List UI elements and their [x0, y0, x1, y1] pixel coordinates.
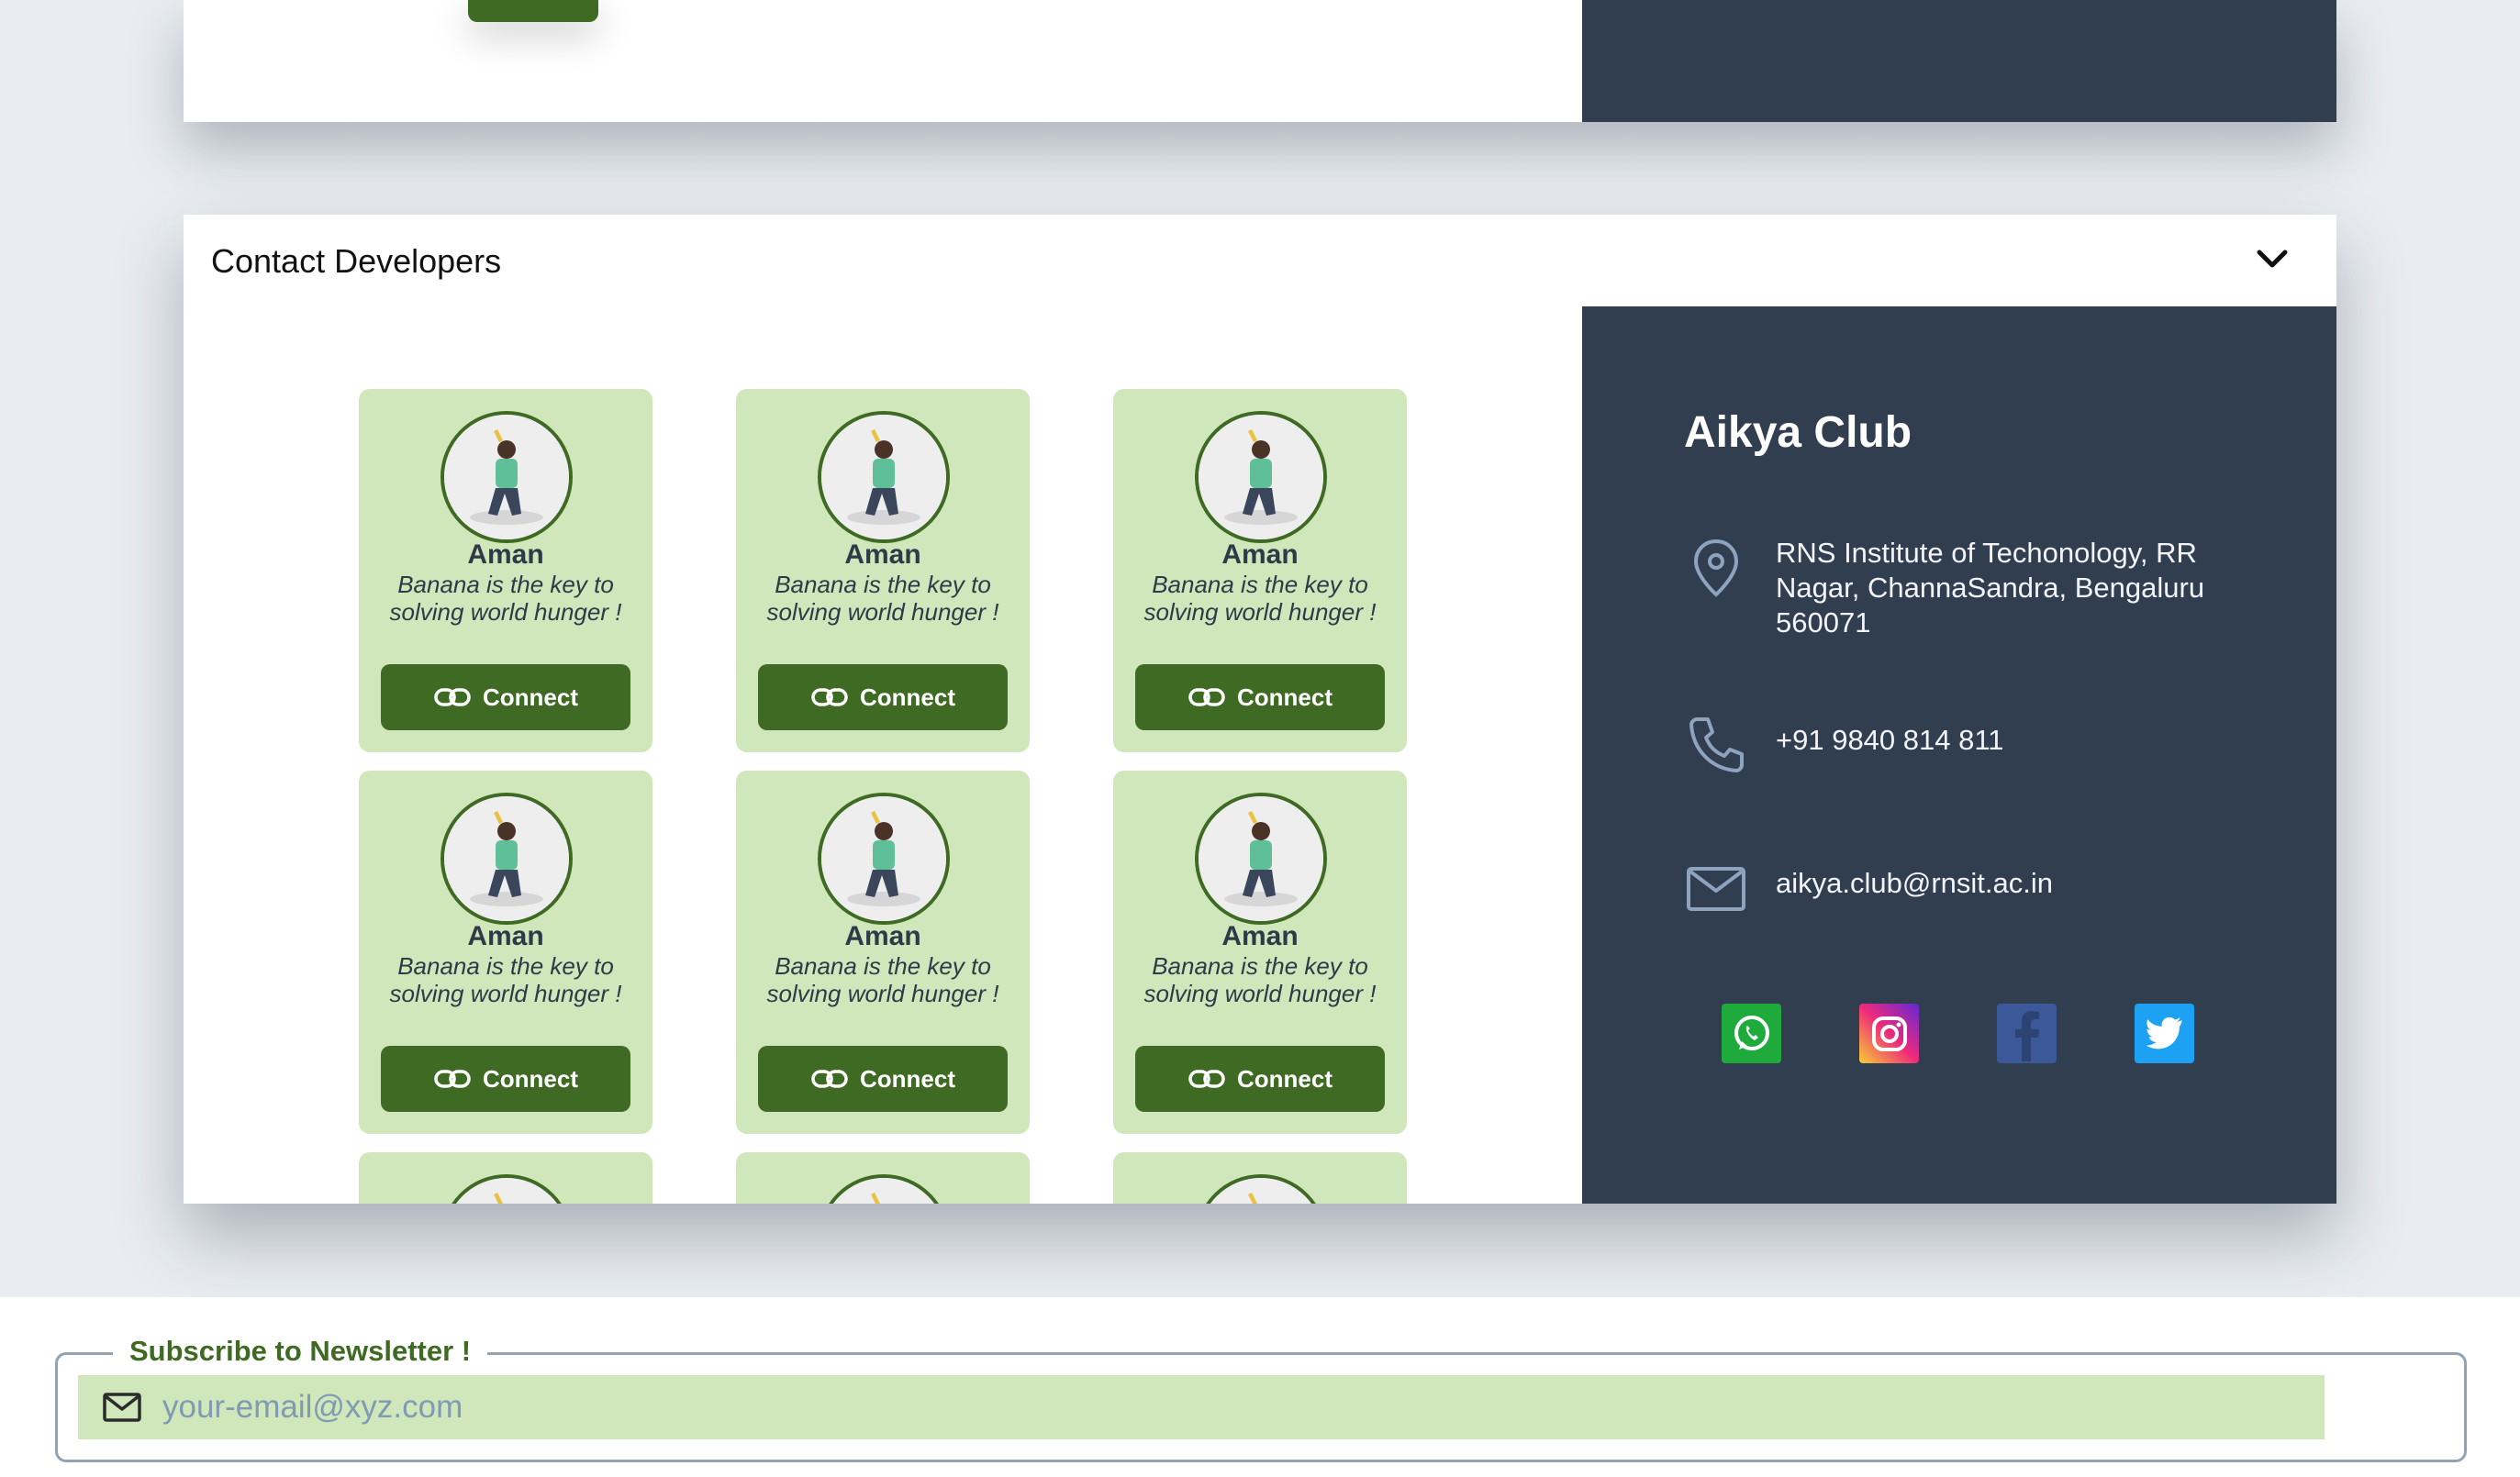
developer-quote: Banana is the key to solving world hunge…: [766, 571, 999, 626]
avatar: [440, 793, 573, 925]
club-phone[interactable]: +91 9840 814 811: [1776, 723, 2253, 758]
connect-button-label: Connect: [860, 1064, 955, 1093]
developer-card: [1113, 1152, 1407, 1204]
developer-quote: Banana is the key to solving world hunge…: [389, 571, 622, 626]
developer-name: Aman: [844, 539, 921, 570]
developer-card: Aman Banana is the key to solving world h…: [359, 771, 652, 1134]
previous-section-left: [184, 0, 1582, 122]
facebook-icon[interactable]: [1997, 1004, 2057, 1063]
link-icon: [1188, 688, 1225, 706]
email-row: aikya.club@rnsit.ac.in: [1684, 857, 2253, 921]
accordion-header[interactable]: Contact Developers: [184, 215, 2336, 306]
developer-photo: [444, 415, 569, 539]
social-links: [1722, 1004, 2194, 1063]
developer-name: Aman: [467, 539, 544, 570]
developer-card: [736, 1152, 1030, 1204]
developer-card: Aman Banana is the key to solving world h…: [1113, 771, 1407, 1134]
newsletter-fieldset: Subscribe to Newsletter !: [55, 1335, 2467, 1462]
developer-photo: [821, 1178, 946, 1204]
whatsapp-icon[interactable]: [1722, 1004, 1781, 1063]
location-pin-icon: [1693, 539, 1739, 597]
address-row: RNS Institute of Techonology, RR Nagar, …: [1684, 536, 2253, 640]
link-icon: [434, 688, 471, 706]
developer-card: Aman Banana is the key to solving world h…: [1113, 389, 1407, 752]
link-icon: [1188, 1070, 1225, 1088]
avatar: [440, 411, 573, 543]
club-name: Aikya Club: [1684, 408, 1912, 457]
phone-icon: [1689, 717, 1744, 772]
previous-section-card: [184, 0, 2336, 122]
developer-photo: [821, 796, 946, 921]
connect-button[interactable]: Connect: [758, 664, 1008, 730]
connect-button-label: Connect: [860, 683, 955, 711]
developer-quote: Banana is the key to solving world hunge…: [389, 952, 622, 1007]
newsletter-input-wrapper: [78, 1375, 2325, 1439]
section-title: Contact Developers: [211, 242, 502, 280]
developer-quote: Banana is the key to solving world hunge…: [1143, 571, 1377, 626]
developer-card: Aman Banana is the key to solving world h…: [359, 389, 652, 752]
avatar: [1195, 1174, 1327, 1204]
link-icon: [811, 688, 848, 706]
mail-icon: [1687, 867, 1745, 911]
connect-button-label: Connect: [483, 1064, 578, 1093]
club-email[interactable]: aikya.club@rnsit.ac.in: [1776, 866, 2253, 901]
developer-card: Aman Banana is the key to solving world h…: [736, 389, 1030, 752]
mail-icon: [103, 1393, 141, 1422]
developer-photo: [1199, 1178, 1323, 1204]
connect-button[interactable]: Connect: [381, 664, 630, 730]
connect-button-label: Connect: [483, 683, 578, 711]
developer-name: Aman: [844, 921, 921, 951]
developer-card: Aman Banana is the key to solving world h…: [736, 771, 1030, 1134]
avatar: [818, 793, 950, 925]
avatar: [1195, 411, 1327, 543]
connect-button-label: Connect: [1237, 683, 1332, 711]
club-info-panel: Aikya Club RNS Institute of Techonology,…: [1582, 306, 2336, 1204]
club-address: RNS Institute of Techonology, RR Nagar, …: [1776, 537, 2205, 639]
phone-row: +91 9840 814 811: [1684, 712, 2253, 776]
newsletter-email-input[interactable]: [161, 1388, 2275, 1427]
developer-name: Aman: [1221, 921, 1299, 951]
connect-button[interactable]: Connect: [1135, 1046, 1385, 1112]
developer-quote: Banana is the key to solving world hunge…: [766, 952, 999, 1007]
developer-name: Aman: [1221, 539, 1299, 570]
connect-button[interactable]: Connect: [1135, 664, 1385, 730]
connect-button[interactable]: Connect: [758, 1046, 1008, 1112]
avatar: [440, 1174, 573, 1204]
developer-name: Aman: [467, 921, 544, 951]
avatar: [818, 411, 950, 543]
previous-section-dark-panel: [1582, 0, 2336, 122]
twitter-icon[interactable]: [2135, 1004, 2194, 1063]
developer-quote: Banana is the key to solving world hunge…: [1143, 952, 1377, 1007]
instagram-icon[interactable]: [1859, 1004, 1919, 1063]
developer-photo: [1199, 415, 1323, 539]
developer-photo: [444, 796, 569, 921]
developer-grid: Aman Banana is the key to solving world h…: [184, 306, 1582, 1204]
avatar: [1195, 793, 1327, 925]
link-icon: [434, 1070, 471, 1088]
connect-button[interactable]: Connect: [381, 1046, 630, 1112]
newsletter-section: Subscribe to Newsletter !: [0, 1297, 2520, 1477]
connect-button-label: Connect: [1237, 1064, 1332, 1093]
avatar: [818, 1174, 950, 1204]
developer-photo: [821, 415, 946, 539]
newsletter-legend: Subscribe to Newsletter !: [113, 1335, 488, 1368]
developer-photo: [444, 1178, 569, 1204]
developer-photo: [1199, 796, 1323, 921]
link-icon: [811, 1070, 848, 1088]
developer-card: [359, 1152, 652, 1204]
chevron-down-icon[interactable]: [2254, 240, 2291, 277]
previous-section-button[interactable]: [468, 0, 598, 22]
contact-developers-card: Contact Developers Aman Banana is the key…: [184, 215, 2336, 1204]
